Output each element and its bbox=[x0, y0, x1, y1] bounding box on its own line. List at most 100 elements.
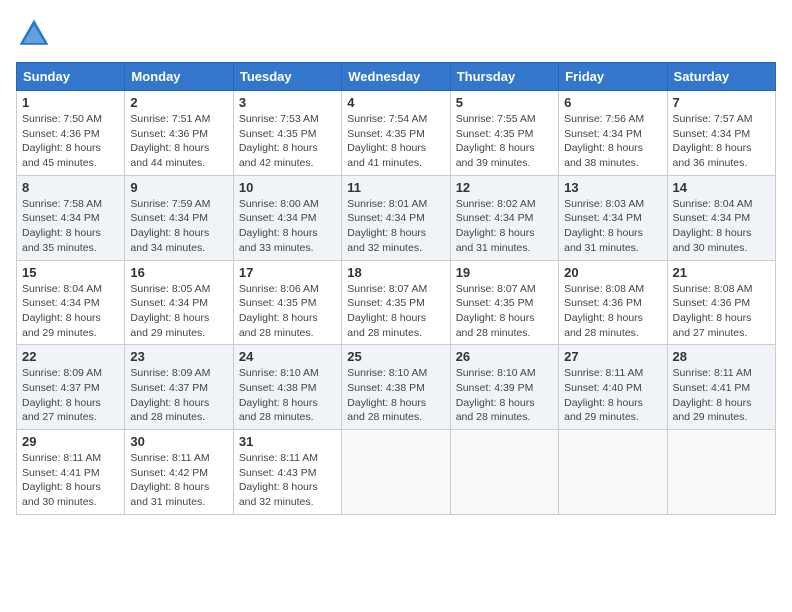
sunset: Sunset: 4:34 PM bbox=[564, 128, 642, 140]
day-number: 30 bbox=[130, 434, 227, 449]
sunset: Sunset: 4:36 PM bbox=[673, 297, 751, 309]
daylight: Daylight: 8 hours and 31 minutes. bbox=[564, 227, 643, 254]
sunset: Sunset: 4:35 PM bbox=[239, 297, 317, 309]
day-number: 4 bbox=[347, 95, 444, 110]
day-info: Sunrise: 7:58 AM Sunset: 4:34 PM Dayligh… bbox=[22, 197, 119, 256]
day-number: 23 bbox=[130, 349, 227, 364]
day-number: 15 bbox=[22, 265, 119, 280]
day-number: 14 bbox=[673, 180, 770, 195]
sunset: Sunset: 4:40 PM bbox=[564, 382, 642, 394]
sunset: Sunset: 4:34 PM bbox=[22, 212, 100, 224]
daylight: Daylight: 8 hours and 34 minutes. bbox=[130, 227, 209, 254]
day-info: Sunrise: 8:00 AM Sunset: 4:34 PM Dayligh… bbox=[239, 197, 336, 256]
day-of-week-header: Sunday bbox=[17, 63, 125, 91]
day-number: 29 bbox=[22, 434, 119, 449]
day-info: Sunrise: 8:10 AM Sunset: 4:39 PM Dayligh… bbox=[456, 366, 553, 425]
daylight: Daylight: 8 hours and 30 minutes. bbox=[673, 227, 752, 254]
calendar-day-cell: 26 Sunrise: 8:10 AM Sunset: 4:39 PM Dayl… bbox=[450, 345, 558, 430]
day-info: Sunrise: 8:09 AM Sunset: 4:37 PM Dayligh… bbox=[22, 366, 119, 425]
day-info: Sunrise: 7:54 AM Sunset: 4:35 PM Dayligh… bbox=[347, 112, 444, 171]
calendar-day-cell: 2 Sunrise: 7:51 AM Sunset: 4:36 PM Dayli… bbox=[125, 91, 233, 176]
daylight: Daylight: 8 hours and 27 minutes. bbox=[22, 397, 101, 424]
sunset: Sunset: 4:37 PM bbox=[130, 382, 208, 394]
sunrise: Sunrise: 8:10 AM bbox=[456, 367, 536, 379]
daylight: Daylight: 8 hours and 29 minutes. bbox=[673, 397, 752, 424]
day-info: Sunrise: 8:08 AM Sunset: 4:36 PM Dayligh… bbox=[564, 282, 661, 341]
day-info: Sunrise: 8:06 AM Sunset: 4:35 PM Dayligh… bbox=[239, 282, 336, 341]
day-number: 16 bbox=[130, 265, 227, 280]
daylight: Daylight: 8 hours and 41 minutes. bbox=[347, 142, 426, 169]
daylight: Daylight: 8 hours and 45 minutes. bbox=[22, 142, 101, 169]
sunset: Sunset: 4:41 PM bbox=[673, 382, 751, 394]
day-of-week-header: Thursday bbox=[450, 63, 558, 91]
day-number: 31 bbox=[239, 434, 336, 449]
day-of-week-header: Wednesday bbox=[342, 63, 450, 91]
day-of-week-header: Monday bbox=[125, 63, 233, 91]
daylight: Daylight: 8 hours and 36 minutes. bbox=[673, 142, 752, 169]
calendar-day-cell: 8 Sunrise: 7:58 AM Sunset: 4:34 PM Dayli… bbox=[17, 175, 125, 260]
calendar-day-cell bbox=[667, 430, 775, 515]
calendar-day-cell: 22 Sunrise: 8:09 AM Sunset: 4:37 PM Dayl… bbox=[17, 345, 125, 430]
daylight: Daylight: 8 hours and 28 minutes. bbox=[456, 312, 535, 339]
calendar-week-row: 1 Sunrise: 7:50 AM Sunset: 4:36 PM Dayli… bbox=[17, 91, 776, 176]
sunset: Sunset: 4:34 PM bbox=[22, 297, 100, 309]
sunset: Sunset: 4:36 PM bbox=[22, 128, 100, 140]
day-info: Sunrise: 8:11 AM Sunset: 4:42 PM Dayligh… bbox=[130, 451, 227, 510]
day-number: 20 bbox=[564, 265, 661, 280]
calendar-day-cell: 14 Sunrise: 8:04 AM Sunset: 4:34 PM Dayl… bbox=[667, 175, 775, 260]
day-of-week-header: Saturday bbox=[667, 63, 775, 91]
daylight: Daylight: 8 hours and 28 minutes. bbox=[347, 397, 426, 424]
sunset: Sunset: 4:42 PM bbox=[130, 467, 208, 479]
day-of-week-header: Tuesday bbox=[233, 63, 341, 91]
day-info: Sunrise: 8:11 AM Sunset: 4:40 PM Dayligh… bbox=[564, 366, 661, 425]
sunset: Sunset: 4:37 PM bbox=[22, 382, 100, 394]
calendar-day-cell: 9 Sunrise: 7:59 AM Sunset: 4:34 PM Dayli… bbox=[125, 175, 233, 260]
sunrise: Sunrise: 8:01 AM bbox=[347, 198, 427, 210]
daylight: Daylight: 8 hours and 32 minutes. bbox=[239, 481, 318, 508]
daylight: Daylight: 8 hours and 28 minutes. bbox=[130, 397, 209, 424]
calendar-day-cell: 1 Sunrise: 7:50 AM Sunset: 4:36 PM Dayli… bbox=[17, 91, 125, 176]
day-number: 28 bbox=[673, 349, 770, 364]
sunrise: Sunrise: 8:10 AM bbox=[239, 367, 319, 379]
calendar-day-cell: 25 Sunrise: 8:10 AM Sunset: 4:38 PM Dayl… bbox=[342, 345, 450, 430]
daylight: Daylight: 8 hours and 27 minutes. bbox=[673, 312, 752, 339]
sunrise: Sunrise: 8:00 AM bbox=[239, 198, 319, 210]
day-number: 17 bbox=[239, 265, 336, 280]
calendar-day-cell bbox=[559, 430, 667, 515]
day-number: 2 bbox=[130, 95, 227, 110]
day-number: 13 bbox=[564, 180, 661, 195]
sunrise: Sunrise: 7:56 AM bbox=[564, 113, 644, 125]
day-info: Sunrise: 8:02 AM Sunset: 4:34 PM Dayligh… bbox=[456, 197, 553, 256]
calendar-day-cell: 3 Sunrise: 7:53 AM Sunset: 4:35 PM Dayli… bbox=[233, 91, 341, 176]
sunrise: Sunrise: 8:10 AM bbox=[347, 367, 427, 379]
calendar-day-cell: 30 Sunrise: 8:11 AM Sunset: 4:42 PM Dayl… bbox=[125, 430, 233, 515]
day-number: 11 bbox=[347, 180, 444, 195]
sunrise: Sunrise: 8:02 AM bbox=[456, 198, 536, 210]
sunrise: Sunrise: 7:58 AM bbox=[22, 198, 102, 210]
sunrise: Sunrise: 7:51 AM bbox=[130, 113, 210, 125]
sunset: Sunset: 4:35 PM bbox=[456, 128, 534, 140]
day-number: 19 bbox=[456, 265, 553, 280]
sunset: Sunset: 4:35 PM bbox=[347, 297, 425, 309]
general-blue-icon bbox=[16, 16, 52, 52]
daylight: Daylight: 8 hours and 28 minutes. bbox=[239, 312, 318, 339]
day-number: 21 bbox=[673, 265, 770, 280]
sunrise: Sunrise: 7:59 AM bbox=[130, 198, 210, 210]
daylight: Daylight: 8 hours and 44 minutes. bbox=[130, 142, 209, 169]
day-info: Sunrise: 7:55 AM Sunset: 4:35 PM Dayligh… bbox=[456, 112, 553, 171]
calendar-day-cell: 31 Sunrise: 8:11 AM Sunset: 4:43 PM Dayl… bbox=[233, 430, 341, 515]
calendar-week-row: 15 Sunrise: 8:04 AM Sunset: 4:34 PM Dayl… bbox=[17, 260, 776, 345]
calendar-day-cell: 16 Sunrise: 8:05 AM Sunset: 4:34 PM Dayl… bbox=[125, 260, 233, 345]
day-info: Sunrise: 7:57 AM Sunset: 4:34 PM Dayligh… bbox=[673, 112, 770, 171]
daylight: Daylight: 8 hours and 28 minutes. bbox=[456, 397, 535, 424]
sunset: Sunset: 4:34 PM bbox=[456, 212, 534, 224]
day-info: Sunrise: 8:01 AM Sunset: 4:34 PM Dayligh… bbox=[347, 197, 444, 256]
sunset: Sunset: 4:34 PM bbox=[239, 212, 317, 224]
daylight: Daylight: 8 hours and 31 minutes. bbox=[130, 481, 209, 508]
calendar-table: SundayMondayTuesdayWednesdayThursdayFrid… bbox=[16, 62, 776, 515]
day-info: Sunrise: 8:11 AM Sunset: 4:41 PM Dayligh… bbox=[22, 451, 119, 510]
sunrise: Sunrise: 8:11 AM bbox=[130, 452, 209, 464]
sunrise: Sunrise: 8:09 AM bbox=[22, 367, 102, 379]
calendar-day-cell bbox=[342, 430, 450, 515]
daylight: Daylight: 8 hours and 35 minutes. bbox=[22, 227, 101, 254]
